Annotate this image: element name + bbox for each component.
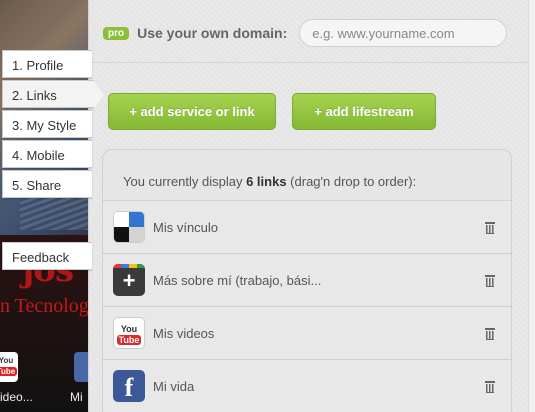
links-list: You currently display 6 links (drag'n dr… xyxy=(102,149,512,412)
link-title[interactable]: Más sobre mí (trabajo, bási... xyxy=(153,273,485,288)
trash-icon[interactable] xyxy=(485,327,495,340)
trash-icon[interactable] xyxy=(485,380,495,393)
links-count: 6 links xyxy=(246,174,287,189)
scrollbar[interactable] xyxy=(528,0,535,412)
link-title[interactable]: Mis videos xyxy=(153,326,485,341)
tab-mobile[interactable]: 4. Mobile xyxy=(2,140,92,168)
add-lifestream-button[interactable]: + add lifestream xyxy=(292,93,436,130)
preview-link-label: ideo... xyxy=(0,390,33,404)
custom-domain-row: pro Use your own domain: xyxy=(103,18,508,48)
google-plus-icon: + xyxy=(113,264,145,296)
link-row[interactable]: Mis vínculo xyxy=(103,201,511,254)
domain-input[interactable] xyxy=(299,19,508,47)
links-editor-panel: pro Use your own domain: + add service o… xyxy=(88,0,529,412)
link-row[interactable]: You Tube Mis videos xyxy=(103,307,511,360)
preview-link-label: Mi xyxy=(70,390,83,404)
link-row[interactable]: + Más sobre mí (trabajo, bási... xyxy=(103,254,511,307)
youtube-icon: You Tube xyxy=(113,317,145,349)
divider xyxy=(89,62,529,63)
trash-icon[interactable] xyxy=(485,274,495,287)
link-title[interactable]: Mi vida xyxy=(153,379,485,394)
preview-subheading: n Tecnolog xyxy=(0,295,89,317)
pro-badge: pro xyxy=(103,26,130,40)
feedback-tab[interactable]: Feedback xyxy=(2,242,92,270)
link-title[interactable]: Mis vínculo xyxy=(153,220,485,235)
tab-links[interactable]: 2. Links xyxy=(2,80,104,109)
add-service-button[interactable]: + add service or link xyxy=(108,93,276,130)
delicious-icon xyxy=(113,211,145,243)
tab-share[interactable]: 5. Share xyxy=(2,170,92,198)
links-header: You currently display 6 links (drag'n dr… xyxy=(103,150,511,201)
facebook-icon: f xyxy=(113,370,145,402)
domain-label: Use your own domain: xyxy=(137,25,288,41)
tab-profile[interactable]: 1. Profile xyxy=(2,50,92,78)
trash-icon[interactable] xyxy=(485,221,495,234)
preview-youtube-icon: YouTube xyxy=(0,352,18,382)
link-row[interactable]: f Mi vida xyxy=(103,360,511,412)
tab-my-style[interactable]: 3. My Style xyxy=(2,110,92,138)
